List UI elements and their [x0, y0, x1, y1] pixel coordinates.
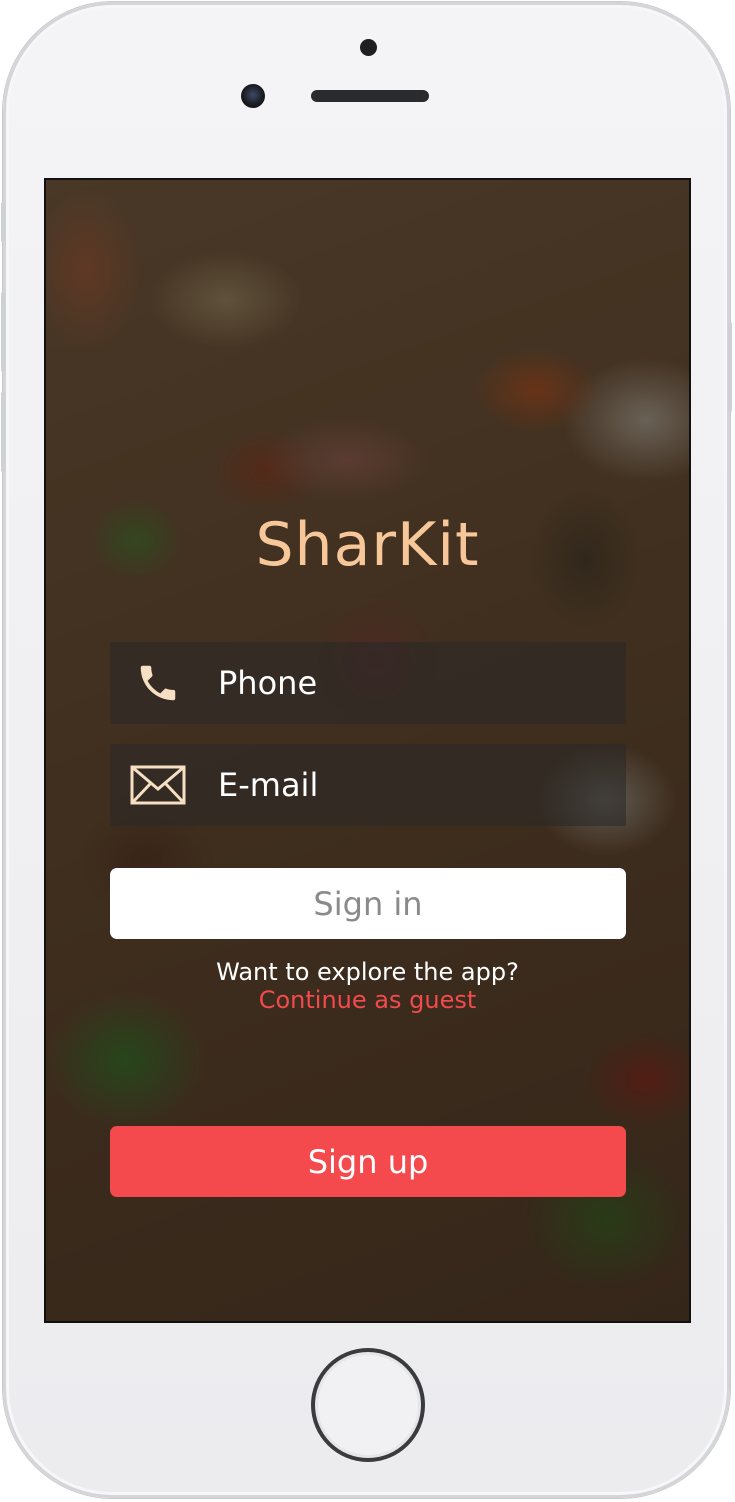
- phone-icon: [128, 653, 188, 713]
- power-button: [728, 322, 732, 412]
- explore-question-text: Want to explore the app?: [216, 958, 519, 986]
- app-logo-title: SharKit: [255, 510, 480, 580]
- volume-up-button: [1, 292, 5, 372]
- phone-field[interactable]: [110, 642, 626, 724]
- guest-explore-block: Want to explore the app? Continue as gue…: [46, 958, 689, 1014]
- sign-up-button[interactable]: Sign up: [110, 1126, 626, 1197]
- email-input[interactable]: [216, 765, 600, 805]
- continue-as-guest-link[interactable]: Continue as guest: [46, 986, 689, 1014]
- mute-switch: [1, 202, 5, 242]
- proximity-sensor: [360, 39, 377, 56]
- email-field[interactable]: [110, 744, 626, 826]
- earpiece-speaker: [311, 90, 429, 102]
- sign-in-button[interactable]: Sign in: [110, 868, 626, 939]
- volume-down-button: [1, 392, 5, 472]
- home-button[interactable]: [311, 1348, 425, 1462]
- envelope-icon: [128, 755, 188, 815]
- phone-input[interactable]: [216, 663, 600, 703]
- front-camera: [241, 84, 265, 108]
- app-screen: SharKit Sign in Want to explore the app?…: [44, 178, 691, 1323]
